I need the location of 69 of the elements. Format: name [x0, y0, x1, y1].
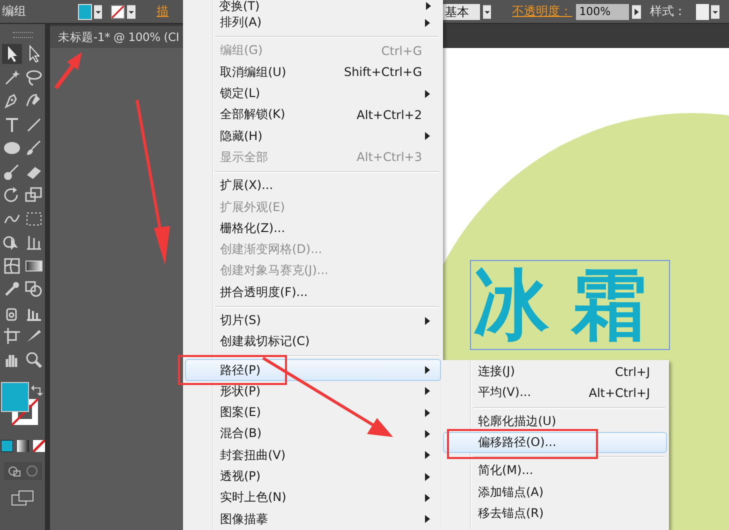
menu-item[interactable]: 连接(J) Ctrl+J: [443, 361, 667, 382]
menu-item[interactable]: 混合(B): [185, 423, 441, 445]
scale-icon[interactable]: [24, 185, 44, 205]
mesh-icon[interactable]: [2, 256, 22, 276]
opacity-field[interactable]: 100%: [576, 4, 629, 20]
submenu-arrow-icon[interactable]: [425, 472, 430, 481]
menu-item[interactable]: 锁定(L): [185, 82, 441, 104]
menu-item[interactable]: 排列(A): [185, 12, 441, 34]
submenu-arrow-icon[interactable]: [425, 132, 430, 140]
caret-icon[interactable]: [127, 4, 136, 20]
draw-behind-icon[interactable]: [6, 464, 20, 476]
menu-item[interactable]: 形状(P): [185, 380, 441, 402]
menu-item[interactable]: 实时上色(N): [185, 487, 441, 509]
gradient-mode-icon[interactable]: [16, 440, 28, 452]
screen-mode-icon[interactable]: [10, 490, 34, 506]
menu-item[interactable]: 平均(V)... Alt+Ctrl+J: [443, 382, 667, 404]
draw-inside-icon[interactable]: [24, 464, 38, 476]
brush-dropdown[interactable]: 基本: [441, 4, 480, 20]
fill-swatch[interactable]: [78, 4, 92, 20]
submenu-arrow-icon[interactable]: [425, 366, 430, 374]
zoom-icon[interactable]: [24, 350, 44, 370]
arrow-button[interactable]: [632, 4, 641, 20]
artwork-text: 冰霜: [470, 260, 670, 350]
selection-label: 编组: [2, 3, 27, 20]
blob-brush-icon[interactable]: [2, 162, 22, 182]
panel-grip[interactable]: [12, 32, 32, 38]
submenu-arrow-icon[interactable]: [426, 2, 431, 10]
submenu-arrow-icon[interactable]: [425, 90, 430, 98]
annotation-arrow: [54, 52, 82, 90]
swap-icon[interactable]: [30, 384, 42, 396]
submenu-arrow-icon[interactable]: [425, 515, 430, 524]
menu-item[interactable]: 透视(P): [185, 466, 441, 488]
submenu-arrow-icon[interactable]: [425, 451, 430, 460]
artboard-icon[interactable]: [2, 326, 22, 346]
menu-item[interactable]: 隐藏(H): [185, 125, 441, 147]
menu-item[interactable]: 全部解锁(K) Alt+Ctrl+2: [185, 104, 441, 126]
submenu-arrow-icon[interactable]: [425, 430, 430, 438]
caret-icon[interactable]: [94, 4, 102, 20]
menu-item[interactable]: 移去锚点(R): [443, 502, 667, 524]
submenu-arrow-icon[interactable]: [425, 316, 430, 324]
style-label: 样式：: [650, 3, 686, 20]
submenu-arrow-icon[interactable]: [425, 387, 430, 396]
none-mode-icon[interactable]: [32, 440, 44, 452]
menu-item[interactable]: 图像描摹: [185, 508, 441, 530]
blend-icon[interactable]: [24, 279, 44, 299]
menu-item[interactable]: 拼合透明度(F)...: [185, 282, 441, 303]
menu-item[interactable]: 变换(T): [185, 0, 441, 12]
menu-item[interactable]: 简化(M)...: [443, 460, 667, 482]
caret-icon[interactable]: [711, 4, 720, 20]
submenu-arrow-icon[interactable]: [425, 18, 430, 27]
style-swatch[interactable]: [696, 4, 710, 20]
menu-item[interactable]: 栅格化(Z)...: [185, 218, 441, 239]
menu-item[interactable]: 扩展(X)...: [185, 175, 441, 196]
stroke-swatch[interactable]: [111, 4, 126, 20]
fill-color-box[interactable]: [0, 382, 28, 412]
submenu-arrow-icon[interactable]: [425, 408, 430, 417]
menu-item[interactable]: 封套扭曲(V): [185, 444, 441, 466]
menu-item[interactable]: 添加锚点(A): [443, 481, 667, 503]
menu-item[interactable]: 轮廓化描边(U): [443, 410, 667, 432]
caret-icon[interactable]: [482, 4, 492, 20]
menu-item[interactable]: 图案(E): [185, 402, 441, 424]
color-mode-icon[interactable]: [0, 440, 12, 452]
submenu-arrow-icon[interactable]: [425, 494, 430, 502]
menu-item[interactable]: 切片(S): [185, 310, 441, 332]
menu-item[interactable]: 创建裁切标记(C): [185, 331, 441, 352]
menu-item[interactable]: 取消编组(U) Shift+Ctrl+G: [185, 62, 441, 83]
menu-item[interactable]: 偏移路径(O)...: [443, 432, 667, 454]
lasso-icon[interactable]: [24, 68, 44, 88]
menu-item[interactable]: 路径(P): [185, 359, 441, 381]
